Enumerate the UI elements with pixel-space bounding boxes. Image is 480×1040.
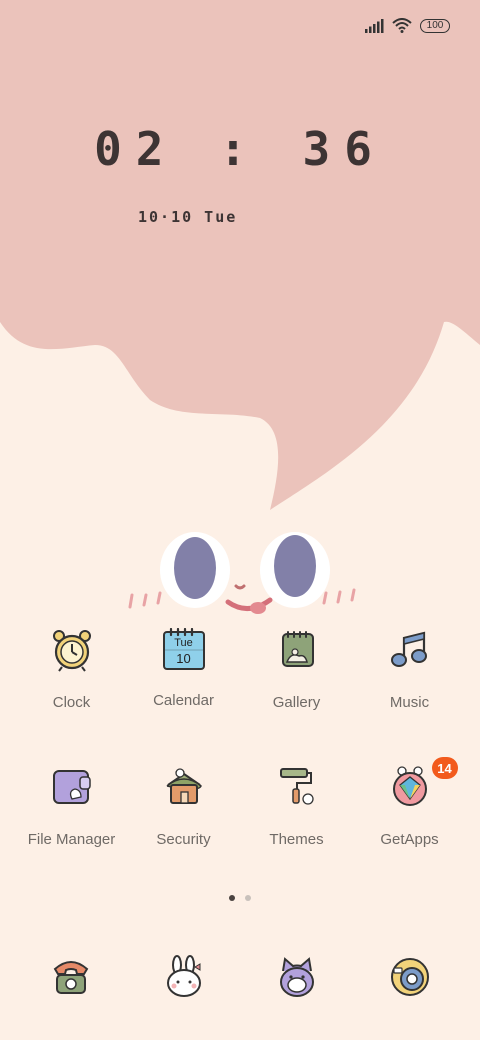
app-label: Music [389,694,430,711]
clock-widget-date[interactable]: 10·10 Tue [138,208,237,226]
app-security[interactable]: Security [127,765,240,848]
app-label: File Manager [27,831,116,848]
wifi-icon [392,18,412,33]
alarm-clock-icon [52,630,91,672]
clock-widget-time[interactable]: 02 : 36 [0,122,480,176]
cat-browser-icon [280,957,314,997]
app-clock[interactable]: Clock [15,628,128,711]
camera-icon [391,958,429,996]
dock-phone[interactable] [49,955,93,999]
app-label: Calendar [153,692,214,709]
status-bar: 100 [364,18,450,33]
app-label: Security [156,831,211,848]
app-themes[interactable]: Themes [240,765,353,848]
calendar-date: 10 [176,651,191,666]
dock-browser[interactable] [275,955,319,999]
house-shield-icon [166,768,202,804]
app-label: Clock [52,694,91,711]
calendar-day: Tue [174,637,193,649]
paint-roller-icon [279,768,314,805]
app-calendar[interactable]: Tue 10 Calendar [127,628,240,709]
app-label: Gallery [272,694,321,711]
app-gallery[interactable]: Gallery [240,628,353,711]
calendar-icon: Tue 10 [162,628,205,670]
music-note-icon [390,631,427,667]
app-label: Themes [269,831,324,848]
bunny-messages-icon [167,955,201,997]
app-music[interactable]: Music [353,628,466,711]
signal-icon [365,18,384,33]
gallery-icon [281,631,314,667]
page-indicator[interactable] [0,895,480,901]
page-dot-active[interactable] [229,895,235,901]
dock-messages[interactable] [162,955,206,999]
notification-badge: 14 [431,757,458,779]
shopping-bag-icon [392,766,427,806]
app-file-manager[interactable]: File Manager [15,765,128,848]
folder-wallet-icon [52,770,91,804]
app-getapps[interactable]: 14 GetApps [353,757,466,848]
battery-indicator: 100 [420,18,450,33]
phone-icon [53,961,89,994]
app-label: GetApps [380,831,439,848]
dock-camera[interactable] [388,955,432,999]
page-dot[interactable] [245,895,251,901]
